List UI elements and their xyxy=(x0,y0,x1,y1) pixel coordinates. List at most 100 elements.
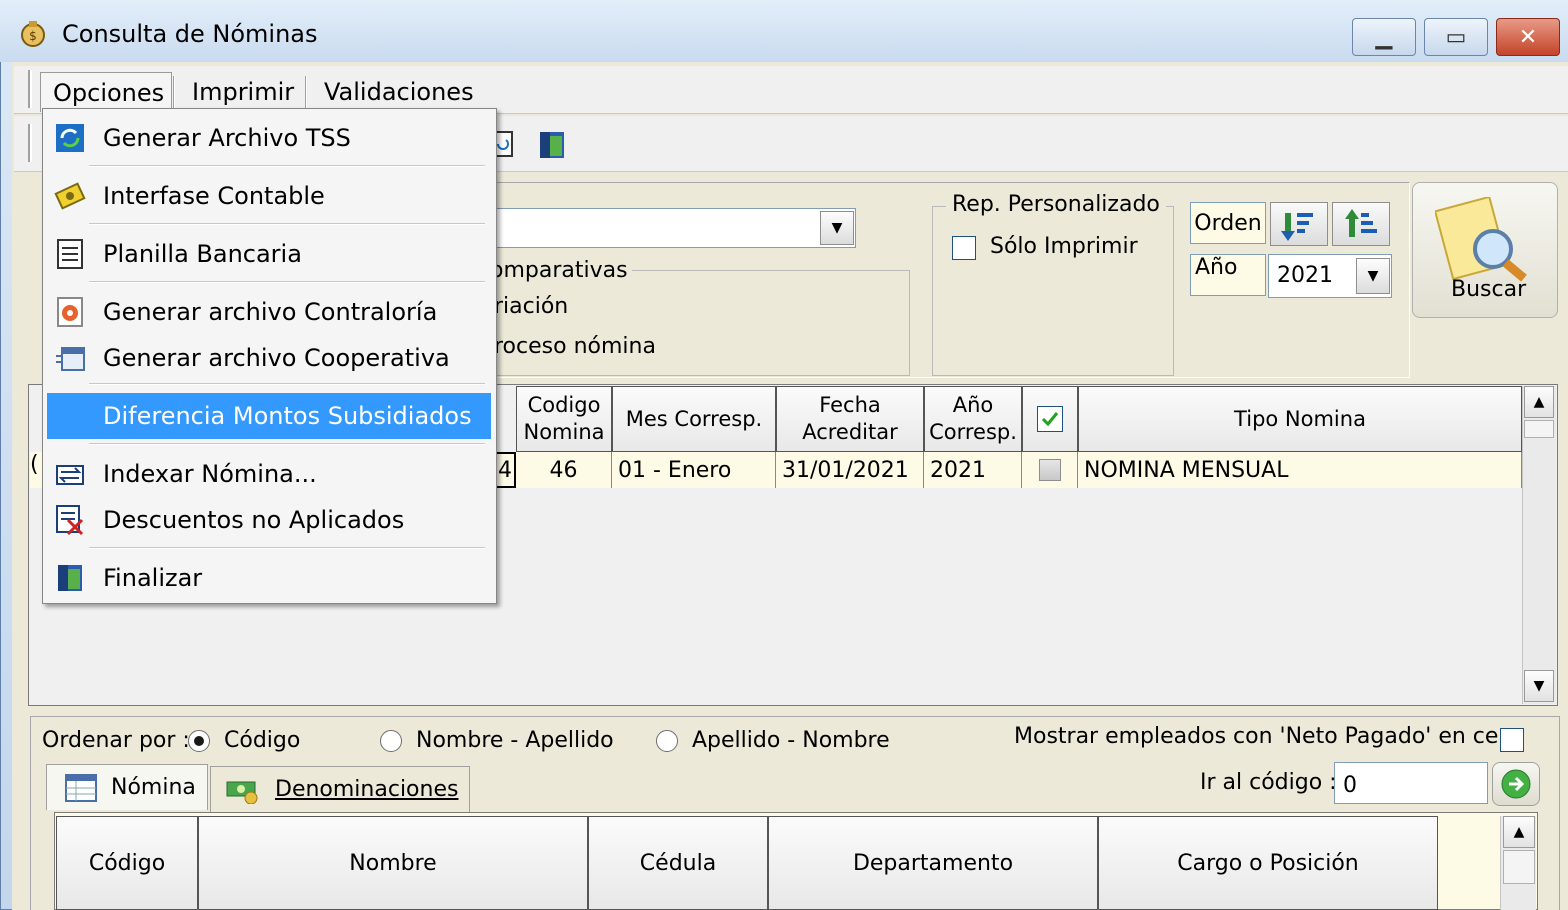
sort-descending-button[interactable] xyxy=(1270,202,1328,246)
col-nombre[interactable]: Nombre xyxy=(198,816,588,910)
menu-item-label: Diferencia Montos Subsidiados xyxy=(103,402,472,430)
exit-door-icon xyxy=(53,561,87,595)
checkmark-icon xyxy=(1041,412,1059,427)
menu-item-finalizar[interactable]: Finalizar xyxy=(47,555,491,601)
title-bar[interactable]: $ Consulta de Nóminas ▁ ▭ ✕ xyxy=(0,0,1568,62)
select-all-checkbox[interactable] xyxy=(1037,406,1063,432)
menu-item-interfase-contable[interactable]: Interfase Contable xyxy=(47,173,491,219)
menu-separator xyxy=(89,281,485,283)
ledger-icon xyxy=(53,179,87,213)
scroll-thumb[interactable] xyxy=(1524,420,1554,438)
menu-separator xyxy=(89,383,485,385)
payroll-combo[interactable] xyxy=(490,208,856,248)
col-cargo[interactable]: Cargo o Posición xyxy=(1098,816,1438,910)
index-arrows-icon xyxy=(53,457,87,491)
ir-codigo-label: Ir al código : xyxy=(1200,770,1337,795)
scroll-up-icon[interactable]: ▲ xyxy=(1524,386,1554,418)
mostrar-neto-label: Mostrar empleados con 'Neto Pagado' en c… xyxy=(1014,724,1521,749)
option-variacion[interactable]: riación xyxy=(494,294,568,319)
gear-doc-icon xyxy=(53,295,87,329)
tab-nomina-label: Nómina xyxy=(111,775,196,800)
radio-apellido-nombre-label: Apellido - Nombre xyxy=(692,728,890,753)
radio-codigo-label: Código xyxy=(224,728,301,753)
buscar-button[interactable]: Buscar xyxy=(1412,182,1558,318)
ordenar-label: Ordenar por : xyxy=(42,728,190,753)
payroll-scrollbar[interactable]: ▲ ▼ xyxy=(1522,386,1556,704)
menu-item-generar-tss[interactable]: Generar Archivo TSS xyxy=(47,115,491,161)
row-checkbox[interactable] xyxy=(1038,459,1061,481)
table-icon xyxy=(65,773,97,802)
menu-divider xyxy=(173,76,175,110)
col-codigo[interactable]: Código xyxy=(56,816,198,910)
col-anio-corresp[interactable]: Año Corresp. xyxy=(924,386,1022,452)
menu-imprimir[interactable]: Imprimir xyxy=(180,72,304,112)
buscar-label: Buscar xyxy=(1451,277,1527,302)
menu-item-descuentos[interactable]: Descuentos no Aplicados xyxy=(47,497,491,543)
sort-ascending-button[interactable] xyxy=(1332,202,1390,246)
cell-mes[interactable]: 01 - Enero xyxy=(612,452,776,488)
radio-codigo[interactable] xyxy=(188,730,210,752)
cell-codigo[interactable]: 46 xyxy=(516,452,612,488)
col-tipo-nomina[interactable]: Tipo Nomina xyxy=(1078,386,1522,452)
scroll-up-icon[interactable]: ▲ xyxy=(1503,816,1535,848)
solo-imprimir-checkbox[interactable] xyxy=(952,236,976,260)
go-arrow-icon xyxy=(1501,769,1531,799)
svg-text:$: $ xyxy=(29,29,37,43)
radio-nombre-apellido[interactable] xyxy=(380,730,402,752)
menu-item-planilla-bancaria[interactable]: Planilla Bancaria xyxy=(47,231,491,277)
menu-opciones[interactable]: Opciones xyxy=(40,72,172,112)
money-icon xyxy=(226,781,258,804)
tab-denominaciones[interactable]: Denominaciones xyxy=(210,766,470,812)
ir-codigo-input[interactable]: 0 xyxy=(1334,762,1488,804)
menu-item-label: Finalizar xyxy=(103,564,203,592)
col-cedula[interactable]: Cédula xyxy=(588,816,768,910)
menubar-grip[interactable] xyxy=(28,70,32,108)
col-select-all[interactable] xyxy=(1022,386,1078,452)
col-departamento[interactable]: Departamento xyxy=(768,816,1098,910)
exit-door-icon[interactable] xyxy=(536,128,570,162)
menu-item-label: Generar Archivo TSS xyxy=(103,124,351,152)
menu-item-cooperativa[interactable]: Generar archivo Cooperativa xyxy=(47,335,491,381)
col-mes-corresp[interactable]: Mes Corresp. xyxy=(612,386,776,452)
col-codigo-nomina[interactable]: Codigo Nomina xyxy=(516,386,612,452)
menu-item-label: Descuentos no Aplicados xyxy=(103,506,405,534)
comparativas-label: omparativas xyxy=(490,258,632,283)
comparativas-group xyxy=(486,270,910,376)
menu-separator xyxy=(89,443,485,445)
menu-item-diferencia-montos[interactable]: Diferencia Montos Subsidiados xyxy=(47,393,491,439)
cell-tipo[interactable]: NOMINA MENSUAL xyxy=(1078,452,1522,488)
toolbar-grip[interactable] xyxy=(28,124,32,162)
cell-cut[interactable]: 4 xyxy=(494,452,516,488)
calendar-doc-icon xyxy=(53,341,87,375)
radio-nombre-apellido-label: Nombre - Apellido xyxy=(416,728,614,753)
col-fecha-acreditar[interactable]: Fecha Acreditar xyxy=(776,386,924,452)
menu-item-contraloria[interactable]: Generar archivo Contraloría xyxy=(47,289,491,335)
maximize-button[interactable]: ▭ xyxy=(1424,18,1488,56)
option-proceso-nomina[interactable]: roceso nómina xyxy=(494,334,656,359)
menu-item-label: Indexar Nómina... xyxy=(103,460,317,488)
employee-scrollbar[interactable]: ▲ xyxy=(1500,816,1536,910)
minimize-button[interactable]: ▁ xyxy=(1352,18,1416,56)
sort-descending-icon xyxy=(1281,213,1313,241)
menu-item-label: Generar archivo Cooperativa xyxy=(103,344,450,372)
window-title: Consulta de Nóminas xyxy=(62,20,318,48)
chevron-down-icon[interactable]: ▼ xyxy=(1356,258,1390,294)
cell-fecha[interactable]: 31/01/2021 xyxy=(776,452,924,488)
go-button[interactable] xyxy=(1492,762,1540,806)
cell-anio[interactable]: 2021 xyxy=(924,452,1022,488)
menu-item-indexar[interactable]: Indexar Nómina... xyxy=(47,451,491,497)
mostrar-neto-checkbox[interactable] xyxy=(1500,728,1524,752)
solo-imprimir-label: Sólo Imprimir xyxy=(990,234,1138,259)
menu-item-label: Generar archivo Contraloría xyxy=(103,298,438,326)
tab-nomina[interactable]: Nómina xyxy=(46,764,208,810)
menu-separator xyxy=(89,547,485,549)
close-button[interactable]: ✕ xyxy=(1496,18,1560,56)
scroll-down-icon[interactable]: ▼ xyxy=(1524,670,1554,702)
cell-check[interactable] xyxy=(1022,452,1078,488)
radio-apellido-nombre[interactable] xyxy=(656,730,678,752)
menu-validaciones[interactable]: Validaciones xyxy=(312,72,482,112)
menu-item-label: Interfase Contable xyxy=(103,182,325,210)
chevron-down-icon[interactable]: ▼ xyxy=(820,211,854,245)
scroll-thumb[interactable] xyxy=(1503,850,1535,884)
opciones-menu: Generar Archivo TSS Interfase Contable P… xyxy=(42,108,497,604)
